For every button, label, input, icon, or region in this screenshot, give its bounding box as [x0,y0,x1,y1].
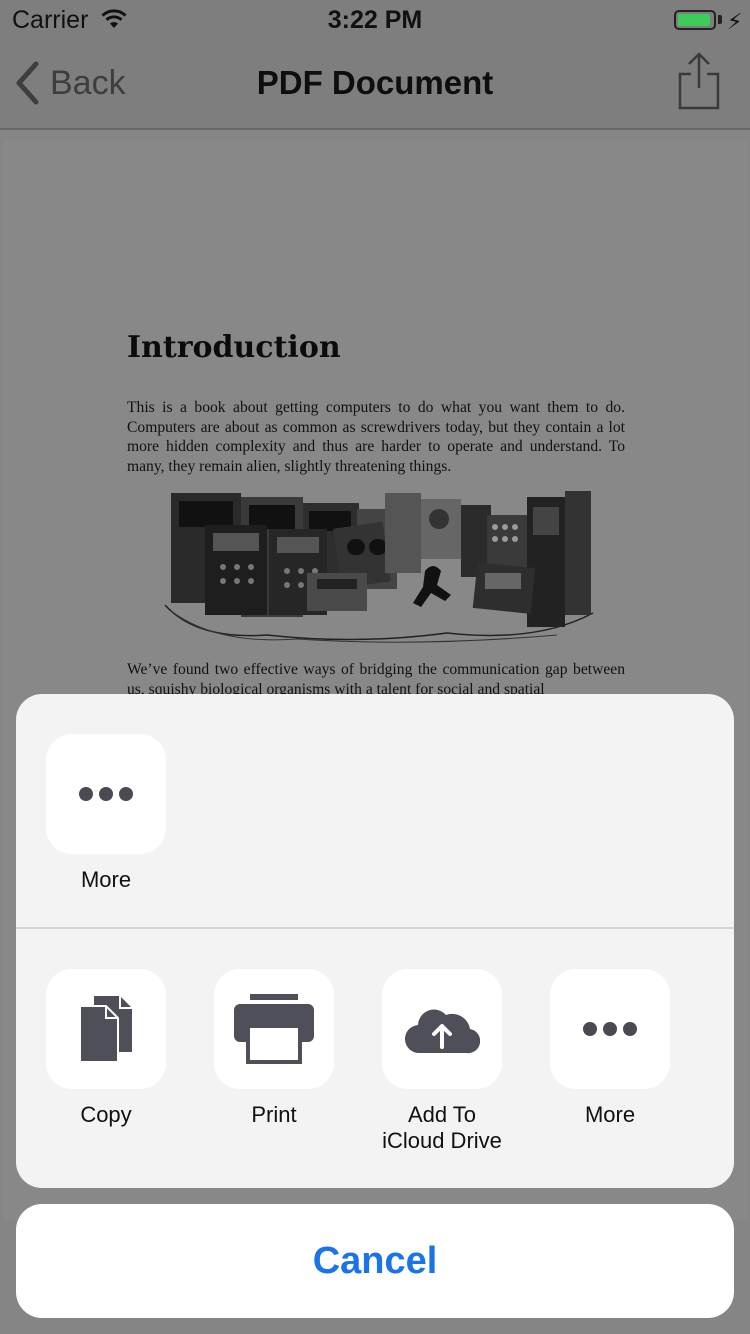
more-dots-icon [46,734,166,854]
cancel-label: Cancel [312,1239,438,1282]
chapter-heading: Introduction [127,330,341,365]
cancel-button[interactable]: Cancel [16,1204,734,1318]
page-title: PDF Document [256,64,494,101]
battery-tip [718,15,722,24]
printer-icon [214,969,334,1089]
navigation-bar: Back PDF Document [0,40,750,130]
tile-label: More [80,867,132,892]
copy-button[interactable]: Copy [46,969,166,1128]
more-apps-button[interactable]: More [46,734,166,893]
share-icon[interactable] [676,52,722,110]
app-row: More [16,694,734,927]
more-actions-button[interactable]: More [550,969,670,1128]
tile-label: Add To iCloud Drive [382,1102,502,1153]
computers-illustration [164,491,594,643]
more-dots-icon [550,969,670,1089]
tile-label: Copy [80,1102,132,1127]
tile-label: Print [251,1102,297,1127]
share-sheet: More Copy Print Add To iCloud Drive More [16,694,734,1188]
clock: 3:22 PM [327,6,423,34]
action-row: Copy Print Add To iCloud Drive More [16,929,734,1188]
charging-bolt-icon: ⚡︎ [727,9,743,34]
tile-label: More [584,1102,636,1127]
print-button[interactable]: Print [214,969,334,1128]
status-bar: Carrier 3:22 PM ⚡︎ [0,0,750,40]
paragraph: This is a book about getting computers t… [127,399,625,475]
add-to-icloud-drive-button[interactable]: Add To iCloud Drive [382,969,502,1154]
icloud-upload-icon [382,969,502,1089]
battery-icon [674,10,716,30]
copy-icon [46,969,166,1089]
